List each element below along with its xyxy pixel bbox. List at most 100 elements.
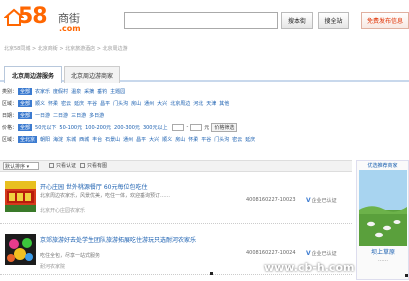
filter-option[interactable]: 朝阳 — [40, 137, 50, 143]
filter-price: 价格： 全部 50元以下 50-100元 100-200元 200-300元 300元以… — [2, 122, 238, 132]
filter-option[interactable]: 100-200元 — [85, 125, 111, 131]
price-filter-button[interactable]: 价格筛选 — [211, 122, 238, 132]
verified-only-checkbox[interactable]: 只看认证 — [49, 162, 76, 169]
filter-options: 50元以下 50-100元 100-200元 200-300元 300元以上 — [35, 124, 170, 131]
filter-option[interactable]: 延庆 — [245, 137, 255, 143]
filter-option[interactable]: 温泉 — [71, 89, 81, 95]
filter-category: 类别： 全部 农家乐 度假村 温泉 采摘 垂钓 主题园 — [2, 86, 128, 96]
filter-option[interactable]: 昌平 — [100, 101, 110, 107]
filter-selected[interactable]: 全部 — [18, 99, 33, 107]
filter-selected[interactable]: 全北京 — [18, 135, 38, 143]
filter-area: 区域： 全部 顺义 怀柔 密云 延庆 平谷 昌平 门头沟 房山 通州 大兴 北京周边 河北 天津 其他 — [2, 98, 232, 108]
filter-option[interactable]: 采摘 — [84, 89, 94, 95]
filter-option[interactable]: 丰台 — [92, 137, 102, 143]
filter-label: 价格： — [2, 124, 18, 131]
checkbox-label: 只看有图 — [87, 163, 108, 169]
filter-option[interactable]: 石景山 — [105, 137, 120, 143]
sort-select[interactable]: 默认排序 ▾ — [3, 162, 39, 170]
filter-option[interactable]: 农家乐 — [35, 89, 50, 95]
listing-desc: 北京周边农家乐，风景优美，吃住一体，欢迎垂询预订…… — [40, 193, 171, 199]
watermark: www.cb-h.com — [264, 261, 355, 274]
with-image-checkbox[interactable]: 只看有图 — [80, 162, 107, 169]
listing-title[interactable]: 京郊旅游好去处学生团队旅游拓展吃住游玩只选耐河农家乐 — [40, 235, 196, 244]
filter-option[interactable]: 其他 — [219, 101, 229, 107]
filter-option[interactable]: 平谷 — [87, 101, 97, 107]
site-logo[interactable]: 58 商街 .com — [2, 2, 102, 36]
filter-option[interactable]: 垂钓 — [97, 89, 107, 95]
filter-option[interactable]: 通州 — [144, 101, 154, 107]
price-range-separator: - — [186, 124, 189, 130]
listing-thumbnail[interactable] — [5, 234, 36, 265]
filter-label: 区域： — [2, 136, 18, 143]
filter-option[interactable]: 50元以下 — [35, 125, 56, 131]
breadcrumb: 北京58同城 > 北京商街 > 北京旅游酒店 > 北京周边游 — [4, 46, 128, 52]
listing-thumbnail[interactable] — [5, 181, 36, 212]
checkbox-box — [49, 163, 54, 168]
listing-tags[interactable]: 耐河农家院 — [40, 263, 65, 270]
filter-option[interactable]: 主题园 — [110, 89, 125, 95]
filter-option[interactable]: 三日游 — [71, 113, 86, 119]
filter-option[interactable]: 河北 — [193, 101, 203, 107]
filter-option[interactable]: 顺义 — [35, 101, 45, 107]
filter-option[interactable]: 房山 — [131, 101, 141, 107]
listing-title[interactable]: 开心庄园 世外桃源餐厅 60元每位包吃住 — [40, 182, 147, 191]
filter-option[interactable]: 二日游 — [53, 113, 68, 119]
filter-option[interactable]: 密云 — [61, 101, 71, 107]
filter-option[interactable]: 门头沟 — [113, 101, 128, 107]
filter-region: 区域： 全北京 朝阳 海淀 东城 西城 丰台 石景山 通州 昌平 大兴 顺义 房山 怀柔 平谷 门头沟 密云… — [2, 134, 258, 144]
verified-icon: V — [306, 197, 311, 204]
listing-phone: 4008160227-10024 — [246, 250, 296, 256]
checkbox-box — [80, 163, 85, 168]
filter-option[interactable]: 北京周边 — [170, 101, 190, 107]
tab-services[interactable]: 北京周边游服务 — [4, 66, 62, 83]
search-street-button[interactable]: 搜本街 — [281, 12, 313, 29]
filter-option[interactable]: 东城 — [66, 137, 76, 143]
filter-option[interactable]: 50-100元 — [59, 125, 82, 131]
filter-option[interactable]: 多日游 — [89, 113, 104, 119]
side-promo-image[interactable] — [359, 170, 407, 246]
search-all-button[interactable]: 搜全站 — [318, 12, 349, 29]
filter-option[interactable]: 300元以上 — [143, 125, 168, 131]
cert-label: 企业已认证 — [311, 251, 337, 257]
price-max-input[interactable] — [190, 123, 203, 131]
filter-options: 朝阳 海淀 东城 西城 丰台 石景山 通州 昌平 大兴 顺义 房山 怀柔 平谷 门头沟 密云 延庆 — [40, 136, 258, 143]
filter-options: 顺义 怀柔 密云 延庆 平谷 昌平 门头沟 房山 通州 大兴 北京周边 河北 天津 其他 — [35, 100, 232, 107]
marker-dot — [405, 274, 408, 277]
filter-option[interactable]: 通州 — [123, 137, 133, 143]
filter-option[interactable]: 西城 — [79, 137, 89, 143]
filter-option[interactable]: 一日游 — [35, 113, 50, 119]
cert-label: 企业已认证 — [311, 198, 337, 204]
filter-option[interactable]: 门头沟 — [214, 137, 229, 143]
logo-domain: .com — [59, 24, 81, 33]
listing-cert: V企业已认证 — [306, 197, 337, 204]
filter-option[interactable]: 200-300元 — [114, 125, 140, 131]
filter-option[interactable]: 平谷 — [201, 137, 211, 143]
marker-dot — [210, 272, 213, 275]
tab-merchants[interactable]: 北京周边游商家 — [64, 66, 120, 83]
filter-option[interactable]: 怀柔 — [188, 137, 198, 143]
filter-option[interactable]: 海淀 — [53, 137, 63, 143]
publish-button[interactable]: 免费发布信息 — [361, 12, 409, 29]
listing-desc: 吃住全包，尽享一站式服务 — [40, 253, 101, 259]
filter-option[interactable]: 顺义 — [162, 137, 172, 143]
filter-option[interactable]: 密云 — [232, 137, 242, 143]
filter-selected[interactable]: 全部 — [18, 87, 33, 95]
listing-tags[interactable]: 北京开心庄园农家乐 — [40, 207, 85, 214]
filter-option[interactable]: 延庆 — [74, 101, 84, 107]
filter-option[interactable]: 天津 — [206, 101, 216, 107]
listing-cert: V企业已认证 — [306, 250, 337, 257]
search-input[interactable] — [124, 12, 278, 29]
filter-option[interactable]: 怀柔 — [48, 101, 58, 107]
filter-option[interactable]: 大兴 — [149, 137, 159, 143]
filter-option[interactable]: 房山 — [175, 137, 185, 143]
price-min-input[interactable] — [172, 123, 185, 131]
side-caption[interactable]: 坝上草原 — [359, 247, 407, 256]
filter-selected[interactable]: 全部 — [18, 123, 33, 131]
side-title[interactable]: 优选推荐商家 — [357, 162, 408, 169]
filter-selected[interactable]: 全部 — [18, 111, 33, 119]
filter-option[interactable]: 度假村 — [53, 89, 68, 95]
filter-options: 农家乐 度假村 温泉 采摘 垂钓 主题园 — [35, 88, 128, 95]
filter-option[interactable]: 大兴 — [157, 101, 167, 107]
sort-select-value: 默认排序 — [5, 164, 26, 170]
filter-option[interactable]: 昌平 — [136, 137, 146, 143]
